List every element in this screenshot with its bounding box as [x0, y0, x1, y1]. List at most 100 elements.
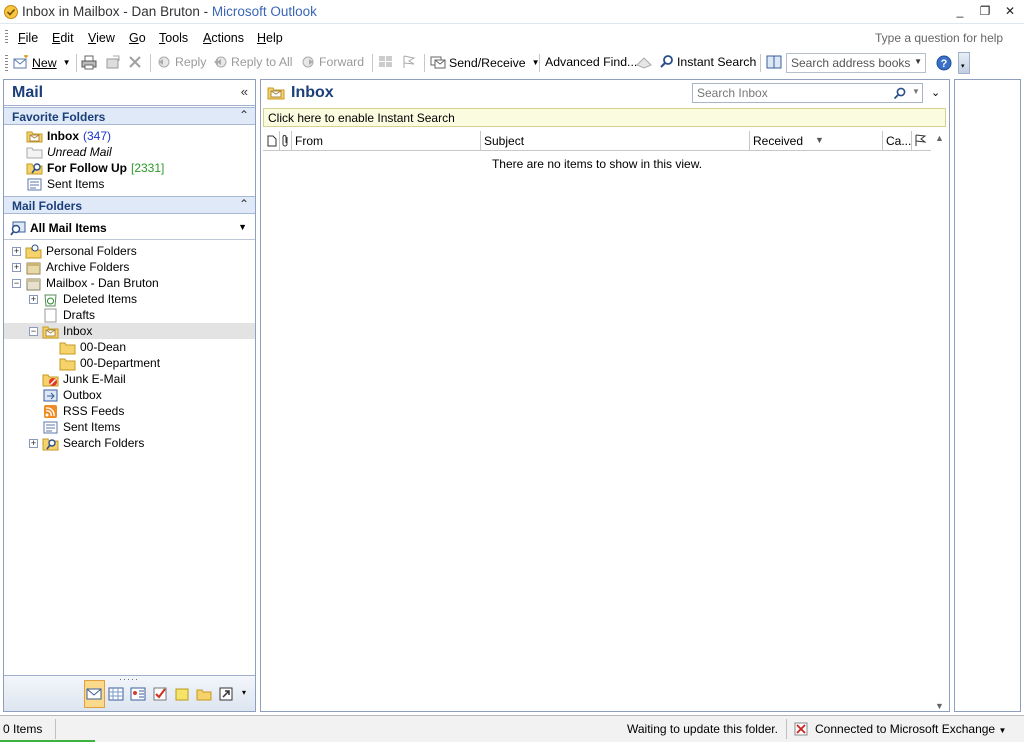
chevron-down-icon[interactable]: ▼	[238, 222, 247, 232]
toolbar-options-button[interactable]: ▾	[958, 52, 970, 74]
navigation-pane: Mail « Favorite Folders ⌃ Inbox (347) Unre…	[3, 79, 256, 712]
outbox-icon	[43, 389, 58, 401]
search-folder-icon	[26, 147, 43, 159]
calendar-icon[interactable]	[108, 687, 124, 701]
folder-list-icon[interactable]	[196, 687, 212, 701]
advanced-find-button[interactable]: Advanced Find...	[545, 55, 637, 69]
notes-icon[interactable]	[174, 687, 190, 701]
address-book-button[interactable]	[766, 55, 782, 69]
folder-deleted-items[interactable]: Deleted Items	[42, 291, 137, 307]
configure-buttons-icon[interactable]: ▾	[242, 688, 246, 697]
folder-drafts[interactable]: Drafts	[42, 307, 95, 323]
minimize-button[interactable]: _	[950, 3, 970, 19]
item-type-column-icon[interactable]	[267, 135, 277, 147]
toolbar-grip[interactable]	[5, 55, 8, 71]
scroll-up-arrow[interactable]: ▲	[935, 133, 944, 143]
categorize-button[interactable]	[378, 55, 394, 69]
collapse-section-icon[interactable]: ⌃	[239, 108, 249, 122]
message-list-header: From Subject Received ▼ Ca...	[263, 131, 931, 151]
exchange-connection-status[interactable]: Connected to Microsoft Exchange ▼	[815, 722, 1006, 736]
update-status: Waiting to update this folder.	[627, 722, 778, 736]
archive-folders-icon	[26, 262, 41, 274]
ask-question-input[interactable]: Type a question for help	[870, 28, 1020, 47]
shortcuts-icon[interactable]	[218, 687, 234, 701]
expand-icon[interactable]: +	[29, 295, 38, 304]
menu-go[interactable]: Go	[129, 31, 146, 45]
subject-column-header[interactable]: Subject	[484, 134, 524, 148]
help-button[interactable]: ?	[936, 55, 952, 71]
flag-status-column-icon[interactable]	[914, 134, 926, 147]
expand-query-builder-icon[interactable]: ⌄	[931, 86, 940, 99]
inbox-pane: Inbox Search Inbox ▼ ⌄ Click here to ena…	[260, 79, 950, 712]
expand-icon[interactable]: +	[29, 439, 38, 448]
from-column-header[interactable]: From	[295, 134, 323, 148]
search-folder-icon	[26, 163, 43, 175]
collapse-icon[interactable]: −	[29, 327, 38, 336]
folder-outbox[interactable]: Outbox	[42, 387, 102, 403]
collapse-section-icon[interactable]: ⌃	[239, 197, 249, 211]
search-address-books-input[interactable]: Search address books ▼	[786, 53, 926, 73]
personal-folders-icon	[25, 244, 42, 258]
folder-search-folders[interactable]: Search Folders	[42, 435, 144, 451]
search-options-dropdown[interactable]: ▼	[912, 87, 920, 96]
status-bar: 0 Items Waiting to update this folder. C…	[0, 715, 1024, 742]
all-mail-items-selector[interactable]: All Mail Items ▼	[4, 216, 255, 240]
instant-search-button[interactable]: Instant Search	[660, 55, 756, 69]
menu-edit[interactable]: Edit	[52, 31, 74, 45]
favorite-unread-mail[interactable]: Unread Mail	[26, 144, 112, 160]
menu-view[interactable]: View	[88, 31, 115, 45]
tasks-icon[interactable]	[152, 687, 168, 701]
mail-search-icon	[10, 221, 26, 236]
reply-button[interactable]: Reply	[156, 55, 206, 69]
folder-archive-folders[interactable]: Archive Folders	[25, 259, 129, 275]
reply-all-button[interactable]: Reply to All	[212, 55, 293, 69]
menu-actions[interactable]: Actions	[203, 31, 244, 45]
expand-icon[interactable]: +	[12, 263, 21, 272]
expand-icon[interactable]: +	[12, 247, 21, 256]
attachment-column-icon[interactable]	[282, 134, 290, 147]
folder-00-department[interactable]: 00-Department	[59, 355, 160, 371]
folder-junk-email[interactable]: Junk E-Mail	[42, 371, 126, 387]
print-button[interactable]	[81, 55, 97, 70]
new-button[interactable]: New ▼	[13, 55, 71, 70]
menu-grip[interactable]	[5, 30, 8, 45]
menu-tools[interactable]: Tools	[159, 31, 188, 45]
follow-up-button[interactable]	[401, 55, 417, 69]
mail-folders-header[interactable]: Mail Folders ⌃	[4, 196, 255, 214]
menu-file[interactable]: File	[18, 31, 38, 45]
todo-bar-pane	[954, 79, 1021, 712]
folder-personal-folders[interactable]: Personal Folders	[25, 243, 137, 259]
menu-help[interactable]: Help	[257, 31, 283, 45]
folder-rss-feeds[interactable]: RSS Feeds	[42, 403, 124, 419]
favorite-inbox[interactable]: Inbox (347)	[26, 128, 111, 144]
search-icon[interactable]	[893, 87, 906, 100]
folder-mailbox-dan-bruton[interactable]: Mailbox - Dan Bruton	[25, 275, 159, 291]
send-receive-button[interactable]: Send/Receive ▼	[430, 55, 539, 70]
collapse-pane-icon[interactable]: «	[241, 84, 248, 99]
inbox-folder-icon	[26, 131, 43, 143]
contacts-icon[interactable]	[130, 687, 146, 701]
received-column-header[interactable]: Received	[753, 134, 803, 148]
enable-instant-search-bar[interactable]: Click here to enable Instant Search	[263, 108, 946, 127]
deleted-items-icon	[44, 294, 57, 306]
forward-button[interactable]: Forward	[300, 55, 364, 69]
favorite-for-follow-up[interactable]: For Follow Up [2331]	[26, 160, 164, 176]
search-inbox-input[interactable]: Search Inbox ▼	[692, 83, 923, 103]
categories-column-header[interactable]: Ca...	[886, 134, 911, 148]
address-book-icon	[766, 55, 782, 69]
forward-icon	[302, 56, 314, 68]
folder-sent-items[interactable]: Sent Items	[42, 419, 120, 435]
delete-button[interactable]	[128, 55, 142, 69]
maximize-button[interactable]: ❐	[975, 3, 995, 19]
splitter-grip[interactable]: ·····	[119, 674, 139, 684]
rules-button[interactable]	[636, 55, 652, 69]
vertical-scrollbar[interactable]: ▲ ▼	[933, 131, 948, 711]
favorite-folders-header[interactable]: Favorite Folders ⌃	[4, 107, 255, 125]
folder-inbox[interactable]: Inbox	[42, 323, 92, 339]
scroll-down-arrow[interactable]: ▼	[935, 701, 944, 711]
close-button[interactable]: ✕	[1000, 3, 1020, 19]
folder-00-dean[interactable]: 00-Dean	[59, 339, 126, 355]
move-to-folder-button[interactable]	[105, 55, 121, 70]
collapse-icon[interactable]: −	[12, 279, 21, 288]
favorite-sent-items[interactable]: Sent Items	[26, 176, 104, 192]
